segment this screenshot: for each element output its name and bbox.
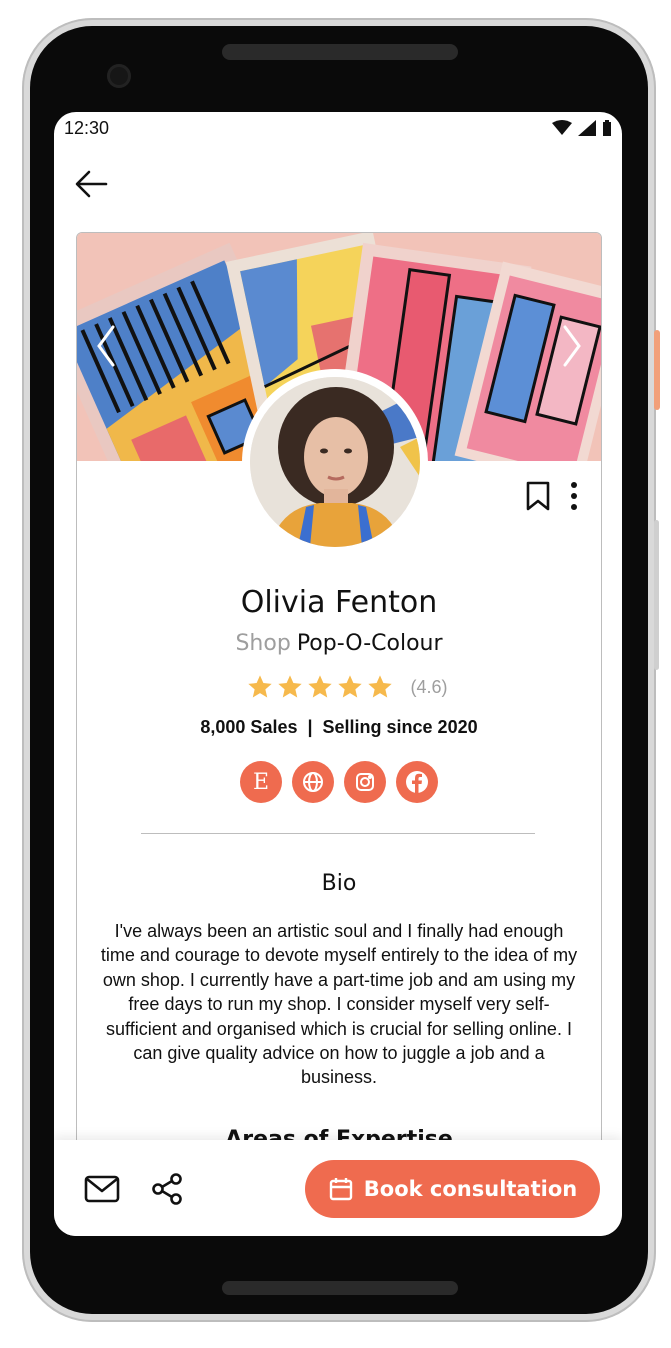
section-divider (141, 833, 535, 834)
bottom-speaker (222, 1281, 458, 1295)
wifi-icon (552, 120, 572, 135)
seller-name: Olivia Fenton (240, 585, 438, 620)
shop-prefix: Shop (235, 631, 291, 656)
book-consultation-label: Book consultation (363, 1177, 578, 1201)
status-icons (552, 120, 612, 136)
website-link[interactable] (292, 761, 334, 803)
profile-card: Olivia Fenton Shop Pop-O-Colour (4.6) 8,0… (76, 232, 602, 1236)
back-arrow-icon[interactable] (72, 164, 112, 204)
power-button[interactable] (654, 330, 660, 410)
star-icon (248, 675, 273, 698)
bottom-action-bar: Book consultation (54, 1140, 622, 1236)
instagram-link[interactable] (344, 761, 386, 803)
star-icon (278, 675, 303, 698)
shop-name[interactable]: Pop-O-Colour (297, 631, 443, 656)
battery-icon (603, 120, 611, 136)
share-icon[interactable] (150, 1172, 184, 1206)
signal-icon (578, 120, 596, 136)
star-icon (368, 675, 393, 698)
status-bar: 12:30 (54, 112, 622, 146)
book-consultation-button[interactable]: Book consultation (305, 1160, 600, 1218)
more-options-icon[interactable] (567, 481, 581, 511)
etsy-link[interactable]: E (240, 761, 282, 803)
sales-summary: 8,000 Sales | Selling since 2020 (200, 717, 478, 737)
globe-icon (303, 772, 323, 792)
star-rating (246, 673, 394, 701)
avatar (242, 369, 428, 555)
rating-row: (4.6) (77, 673, 601, 701)
social-links: E (77, 761, 601, 803)
facebook-link[interactable] (396, 761, 438, 803)
bio-heading: Bio (321, 871, 357, 896)
front-camera (107, 64, 131, 88)
bio-text: I've always been an artistic soul and I … (100, 921, 578, 1088)
calendar-icon (329, 1178, 352, 1201)
etsy-icon: E (252, 769, 270, 795)
status-time: 12:30 (64, 118, 110, 138)
mail-icon[interactable] (84, 1174, 120, 1204)
star-icon (308, 675, 333, 698)
rating-value: (4.6) (410, 676, 448, 697)
instagram-icon (356, 773, 374, 791)
bookmark-icon[interactable] (525, 481, 551, 511)
star-icon (338, 675, 363, 698)
earpiece-speaker (222, 44, 458, 60)
avatar-photo (250, 377, 420, 547)
phone-screen: 12:30 Olivia Fenton Shop Pop-O-Colour (4… (54, 112, 622, 1236)
banner-prev-chevron-icon[interactable] (91, 321, 121, 371)
banner-next-chevron-icon[interactable] (557, 321, 587, 371)
shop-line: Shop Pop-O-Colour (77, 631, 601, 656)
facebook-icon (406, 771, 428, 793)
volume-button[interactable] (654, 520, 659, 670)
